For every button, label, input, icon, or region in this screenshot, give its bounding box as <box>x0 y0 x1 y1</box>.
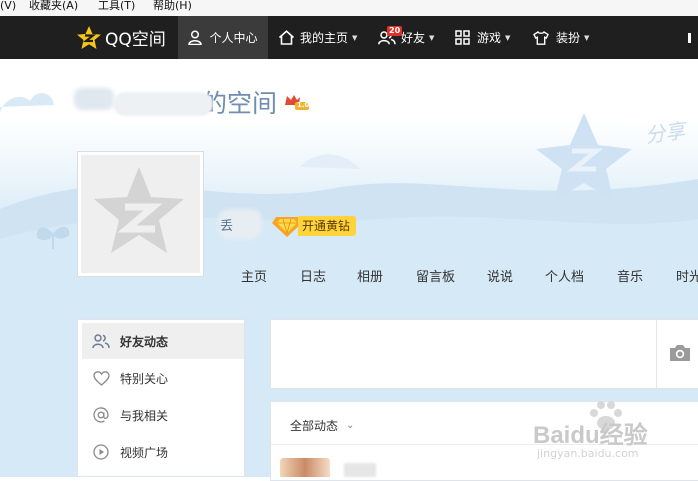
camera-icon[interactable] <box>668 343 692 366</box>
nav-decorate-label: 装扮 <box>556 31 581 45</box>
heart-icon <box>92 369 110 387</box>
top-navigation: QQ空间 个人中心 我的主页 ▼ 好友 ▼ 20 游戏 ▼ 装扮 ▼ <box>0 16 698 59</box>
menu-favorites[interactable]: 收藏夹(A) <box>29 0 78 12</box>
redacted-username-part <box>113 92 213 116</box>
user-icon <box>188 30 203 45</box>
chevron-down-icon: ▼ <box>352 33 358 42</box>
play-icon <box>92 443 110 461</box>
sidebar-item-related-to-me[interactable]: 与我相关 <box>82 397 244 433</box>
sidebar-item-label: 视频广场 <box>120 445 169 460</box>
tab-profile[interactable]: 个人档 <box>545 266 584 285</box>
chevron-down-icon: ⌄ <box>346 420 355 431</box>
tab-album[interactable]: 相册 <box>357 266 383 285</box>
nickname-fragment: 丢 <box>220 219 234 234</box>
nav-friends-label: 好友 <box>401 31 426 45</box>
home-icon <box>278 30 295 45</box>
nav-overflow-edge <box>688 33 691 43</box>
sidebar-item-label: 特别关心 <box>120 371 169 386</box>
browser-menu-bar: (V) 收藏夹(A) 工具(T) 帮助(H) <box>0 0 698 16</box>
sidebar-item-label: 与我相关 <box>120 408 169 423</box>
nav-decorate[interactable]: 装扮 ▼ <box>533 16 589 59</box>
sidebar-item-special-care[interactable]: 特别关心 <box>82 360 244 396</box>
sidebar-item-friend-feeds[interactable]: 好友动态 <box>82 323 244 359</box>
open-yellow-diamond-button[interactable]: 开通黄钻 <box>272 215 357 237</box>
tab-shuoshuo[interactable]: 说说 <box>487 266 513 285</box>
profile-tabs: 主页 日志 相册 留言板 说说 个人档 音乐 时光 <box>0 266 698 286</box>
nav-my-homepage-label: 我的主页 <box>300 31 349 45</box>
composer-divider <box>656 320 657 388</box>
nav-personal-center-label: 个人中心 <box>209 31 258 45</box>
menu-help[interactable]: 帮助(H) <box>153 0 192 12</box>
chevron-down-icon: ▼ <box>584 33 590 42</box>
chevron-down-icon: ▼ <box>505 33 511 42</box>
feed-item-avatar[interactable] <box>280 458 330 477</box>
tab-home[interactable]: 主页 <box>241 266 267 285</box>
tab-timeline[interactable]: 时光 <box>676 266 698 285</box>
friends-icon <box>92 332 110 350</box>
nav-my-homepage[interactable]: 我的主页 ▼ <box>278 16 357 59</box>
redacted-feed-author <box>344 463 376 477</box>
friends-notification-badge: 20 <box>387 26 403 36</box>
sidebar-item-video-square[interactable]: 视频广场 <box>82 434 244 470</box>
logo-text: QQ空间 <box>105 30 166 50</box>
games-grid-icon <box>455 30 470 45</box>
tab-music[interactable]: 音乐 <box>617 266 643 285</box>
nav-friends[interactable]: 好友 ▼ <box>378 16 434 59</box>
tshirt-icon <box>533 30 549 45</box>
menu-view[interactable]: (V) <box>0 0 16 12</box>
open-yellow-diamond-label: 开通黄钻 <box>298 216 357 236</box>
default-avatar-star-icon <box>94 167 184 253</box>
redacted-username-part <box>74 88 114 110</box>
watermark-url: jingyan.baidu.com <box>537 447 639 460</box>
nav-personal-center[interactable]: 个人中心 <box>178 16 268 59</box>
avatar-frame[interactable] <box>77 151 204 277</box>
avatar <box>81 155 200 273</box>
banner-decor-text: 分享 <box>643 118 687 148</box>
space-title-text: 的空间 <box>202 89 278 118</box>
watermark-main-text: Baidu经验 <box>533 422 648 449</box>
chevron-down-icon: ▼ <box>429 33 435 42</box>
at-icon <box>92 406 110 424</box>
feed-filter-dropdown[interactable]: 全部动态 ⌄ <box>290 417 354 434</box>
nav-games[interactable]: 游戏 ▼ <box>455 16 510 59</box>
post-composer[interactable] <box>270 319 698 389</box>
menu-tools[interactable]: 工具(T) <box>98 0 135 12</box>
qzone-logo[interactable]: QQ空间 <box>76 16 166 59</box>
space-level-badge[interactable]: 1.0 <box>284 94 310 113</box>
tab-blog[interactable]: 日志 <box>300 266 326 285</box>
feed-filter-label: 全部动态 <box>290 419 339 433</box>
tab-message-board[interactable]: 留言板 <box>416 266 455 285</box>
level-number: 1.0 <box>297 101 310 109</box>
nav-games-label: 游戏 <box>477 31 502 45</box>
left-sidebar: 好友动态 特别关心 与我相关 视频广场 <box>77 319 245 477</box>
qzone-star-icon <box>77 25 101 49</box>
sidebar-item-label: 好友动态 <box>120 334 169 349</box>
